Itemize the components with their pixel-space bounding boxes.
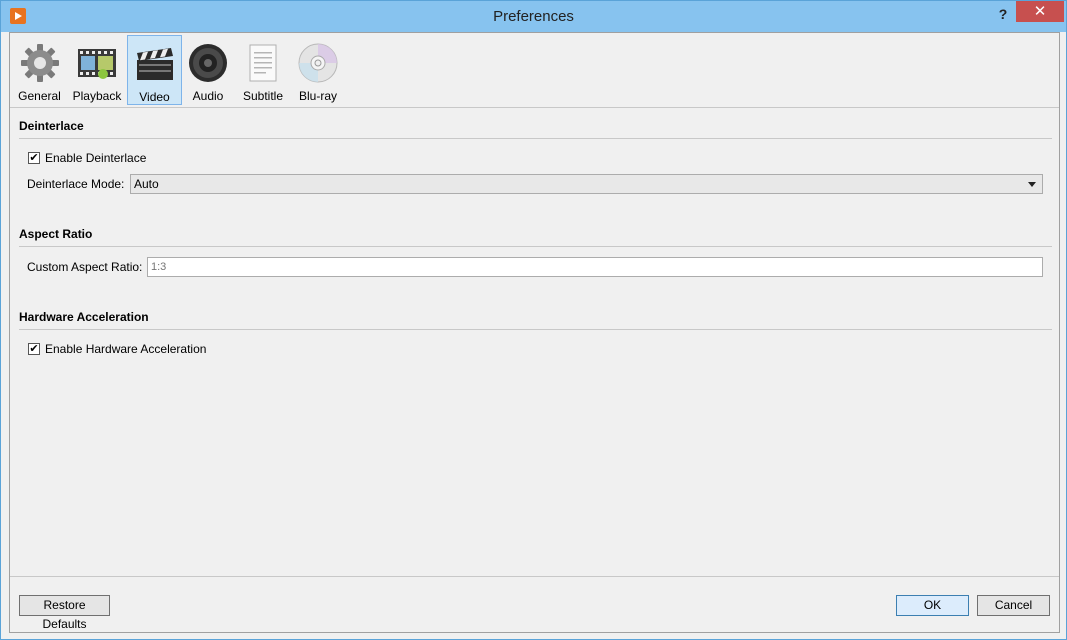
tab-subtitle[interactable]: Subtitle [238, 35, 288, 105]
tab-general[interactable]: General [13, 35, 66, 105]
close-button[interactable]: ✕ [1016, 1, 1064, 22]
help-button[interactable]: ? [991, 5, 1015, 25]
preferences-window: Preferences ? ✕ General Playback Video A… [0, 0, 1067, 640]
restore-defaults-button[interactable]: Restore Defaults [19, 595, 110, 631]
title-bar[interactable]: Preferences ? ✕ [1, 1, 1066, 32]
deinterlace-mode-select[interactable]: Auto [130, 174, 1043, 194]
hardware-acceleration-section-title: Hardware Acceleration [19, 310, 149, 324]
speaker-icon [189, 44, 227, 82]
tab-playback[interactable]: Playback [69, 35, 125, 105]
cancel-button[interactable]: Cancel [977, 595, 1050, 616]
enable-deinterlace-label[interactable]: Enable Deinterlace [45, 151, 146, 165]
tab-label: Subtitle [242, 89, 284, 103]
tab-label: General [18, 89, 61, 103]
checkmark-icon: ✔ [29, 152, 39, 164]
document-icon [249, 44, 277, 82]
enable-hardware-acceleration-checkbox[interactable]: ✔ [28, 343, 40, 355]
film-strip-icon [78, 49, 116, 79]
dialog-client: General Playback Video Audio Subtitle Bl… [9, 32, 1060, 633]
tab-label: Playback [72, 89, 122, 103]
tab-video[interactable]: Video [127, 35, 182, 105]
deinterlace-mode-label: Deinterlace Mode: [27, 177, 125, 191]
checkmark-icon: ✔ [29, 343, 39, 355]
tab-bluray[interactable]: Blu-ray [293, 35, 343, 105]
custom-aspect-ratio-label: Custom Aspect Ratio: [27, 260, 143, 274]
chevron-down-icon [1028, 182, 1036, 187]
divider [19, 246, 1052, 247]
aspect-ratio-section-title: Aspect Ratio [19, 227, 93, 241]
enable-hardware-acceleration-label[interactable]: Enable Hardware Acceleration [45, 342, 206, 356]
close-icon: ✕ [1033, 3, 1047, 20]
disc-icon [298, 43, 338, 83]
tab-audio[interactable]: Audio [185, 35, 231, 105]
deinterlace-mode-value: Auto [134, 177, 159, 191]
divider [19, 138, 1052, 139]
tab-label: Audio [192, 89, 224, 103]
tab-label: Video [139, 90, 170, 104]
deinterlace-section-title: Deinterlace [19, 119, 84, 133]
divider [19, 329, 1052, 330]
category-toolbar: General Playback Video Audio Subtitle Bl… [10, 33, 1059, 108]
footer-divider [10, 576, 1059, 577]
enable-deinterlace-checkbox[interactable]: ✔ [28, 152, 40, 164]
custom-aspect-ratio-input[interactable] [147, 257, 1043, 277]
gear-icon [20, 44, 59, 82]
ok-button[interactable]: OK [896, 595, 969, 616]
window-title: Preferences [493, 8, 574, 25]
tab-label: Blu-ray [298, 89, 337, 103]
clapperboard-icon [136, 48, 173, 80]
